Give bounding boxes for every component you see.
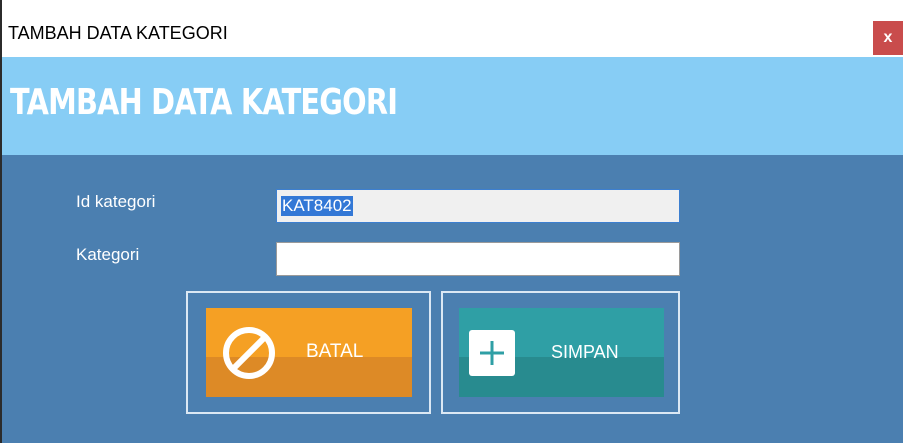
- batal-button-frame: BATAL: [186, 291, 431, 414]
- simpan-button[interactable]: SIMPAN: [459, 308, 664, 397]
- close-icon: x: [883, 29, 893, 46]
- header-banner: TAMBAH DATA KATEGORI: [2, 57, 903, 155]
- close-button[interactable]: x: [873, 21, 903, 55]
- id-kategori-label: Id kategori: [76, 192, 156, 211]
- id-kategori-value: KAT8402: [281, 196, 353, 216]
- page-title: TAMBAH DATA KATEGORI: [10, 82, 398, 123]
- form-panel: Id kategori KAT8402 Kategori BATAL SIMPA…: [2, 155, 903, 443]
- kategori-input[interactable]: [276, 242, 680, 276]
- simpan-label: SIMPAN: [551, 342, 619, 362]
- id-kategori-field[interactable]: KAT8402: [276, 189, 680, 223]
- cancel-circle-icon: [223, 327, 275, 379]
- batal-label: BATAL: [306, 341, 364, 362]
- title-bar: TAMBAH DATA KATEGORI x: [2, 7, 903, 57]
- batal-button[interactable]: BATAL: [206, 308, 412, 397]
- simpan-button-frame: SIMPAN: [441, 291, 680, 414]
- kategori-label: Kategori: [76, 245, 140, 264]
- dialog-window: TAMBAH DATA KATEGORI x TAMBAH DATA KATEG…: [0, 0, 903, 443]
- window-title: TAMBAH DATA KATEGORI: [8, 23, 228, 43]
- plus-icon: [469, 330, 515, 376]
